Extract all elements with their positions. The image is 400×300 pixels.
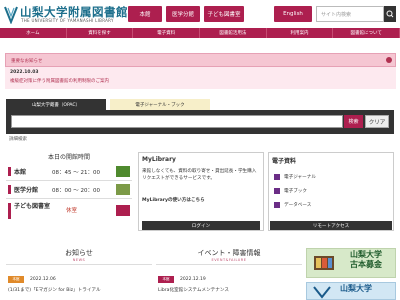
repository-icon — [313, 286, 331, 299]
row-marker — [8, 203, 11, 219]
opac-search-button[interactable]: 検索 — [344, 115, 363, 128]
nav-home[interactable]: ホーム — [0, 28, 67, 38]
fund-banner-text: 山梨大学 古本募金 — [350, 250, 382, 269]
news-date: 2022.12.06 — [30, 277, 56, 282]
close-icon[interactable] — [386, 57, 392, 63]
medical-branch-button[interactable]: 医学分館 — [166, 6, 200, 22]
mylibrary-title: MyLibrary — [142, 156, 176, 163]
ebook-icon — [274, 188, 280, 194]
divider — [6, 180, 132, 181]
hours-time: 08：00 〜 20：00 — [52, 188, 100, 194]
notice-heading: 重要なお知らせ — [11, 59, 43, 64]
event-date: 2022.12.19 — [180, 277, 206, 282]
database-link[interactable]: データベース — [274, 201, 311, 209]
main-library-button[interactable]: 本館 — [128, 6, 162, 22]
calendar-icon[interactable] — [116, 205, 130, 216]
nav-find-materials[interactable]: 資料を探す — [67, 28, 134, 38]
hours-row-medical: 医学分館 08：00 〜 20：00 — [8, 184, 132, 196]
e-resource-label: データベース — [284, 203, 312, 208]
news-item-link[interactable]: (1/31まで)「Eマガジン for Biz」トライアル — [8, 287, 101, 293]
english-button[interactable]: English — [274, 6, 312, 22]
opac-clear-button[interactable]: クリア — [365, 115, 389, 128]
database-icon — [274, 202, 280, 208]
hours-name: 医学分館 — [14, 187, 39, 194]
news-subtitle: NEWS — [72, 258, 86, 262]
e-resources-title: 電子資料 — [272, 158, 297, 165]
news-tag: 本館 — [8, 276, 24, 283]
event-item-link[interactable]: Libra化室館システムメンテナンス — [158, 287, 229, 293]
e-resource-label: 電子ブック — [284, 189, 307, 194]
event-tag: 本館 — [158, 276, 174, 283]
notice-link[interactable]: 複級症対策に伴う附属図書館の利用制限のご案内 — [10, 78, 391, 84]
tab-opac[interactable]: 山梨大学蔵書（OPAC） — [6, 99, 106, 110]
news-title: お知らせ — [65, 249, 93, 257]
hours-title: 本日の開館時間 — [47, 154, 90, 161]
nav-library-guide[interactable]: 図書館活用法 — [200, 28, 267, 38]
nav-about[interactable]: 図書館について — [333, 28, 400, 38]
nav-e-resources[interactable]: 電子資料 — [133, 28, 201, 38]
events-subtitle: EVENT&FAILURE — [211, 258, 247, 262]
site-subtitle: THE UNIVERSITY OF YAMANASHI LIBRARY — [21, 18, 114, 23]
hours-time: 休室 — [66, 208, 78, 214]
advanced-search-link[interactable]: 詳細検索 — [9, 136, 27, 142]
tab-ejournal[interactable]: 電子ジャーナル・ブック — [110, 99, 210, 110]
divider — [156, 264, 302, 265]
e-resource-label: 電子ジャーナル — [284, 175, 316, 180]
hours-name: 本館 — [14, 169, 27, 176]
hours-name: 子ども図書室 — [14, 203, 51, 210]
row-marker — [8, 185, 11, 194]
calendar-icon[interactable] — [116, 184, 130, 195]
remote-access-button[interactable]: リモートアクセス — [270, 221, 392, 230]
notice-date: 2022.10.03 — [10, 70, 39, 75]
hours-row-kids: 子ども図書室 休室 — [8, 202, 132, 220]
hours-row-main: 本館 08：45 〜 21：00 — [8, 166, 132, 178]
calendar-icon[interactable] — [116, 166, 130, 177]
library-logo-icon[interactable] — [4, 6, 18, 24]
important-notice-header: 重要なお知らせ — [5, 53, 396, 67]
e-journal-link[interactable]: 電子ジャーナル — [274, 173, 316, 181]
e-book-link[interactable]: 電子ブック — [274, 187, 307, 195]
opac-search-input[interactable] — [11, 115, 343, 128]
kids-room-button[interactable]: 子ども図書室 — [204, 6, 244, 22]
mylibrary-description: 来館しなくても、資料の取り寄せ・貸出延長・学生購入リクエストができるサービスです… — [142, 169, 257, 181]
site-search-input[interactable]: サイト内検索 — [316, 6, 384, 22]
ejournal-icon — [274, 174, 280, 180]
divider — [6, 198, 132, 199]
mylibrary-panel — [138, 152, 264, 231]
search-icon — [386, 10, 394, 18]
login-button[interactable]: ログイン — [142, 221, 260, 230]
row-marker — [8, 167, 11, 176]
books-icon — [314, 256, 334, 270]
notice-body: 2022.10.03 複級症対策に伴う附属図書館の利用制限のご案内 — [5, 67, 396, 89]
nav-user-guide[interactable]: 利用案内 — [267, 28, 334, 38]
site-search-button[interactable] — [384, 6, 396, 22]
events-title: イベント・障害情報 — [197, 249, 261, 257]
hours-time: 08：45 〜 21：00 — [52, 170, 100, 176]
divider — [6, 264, 152, 265]
repository-banner-text: 山梨大学 — [340, 284, 372, 293]
mylibrary-usage-link[interactable]: MyLibraryの使い方はこちら — [142, 197, 205, 203]
main-nav: ホーム 資料を探す 電子資料 図書館活用法 利用案内 図書館について — [0, 28, 400, 38]
